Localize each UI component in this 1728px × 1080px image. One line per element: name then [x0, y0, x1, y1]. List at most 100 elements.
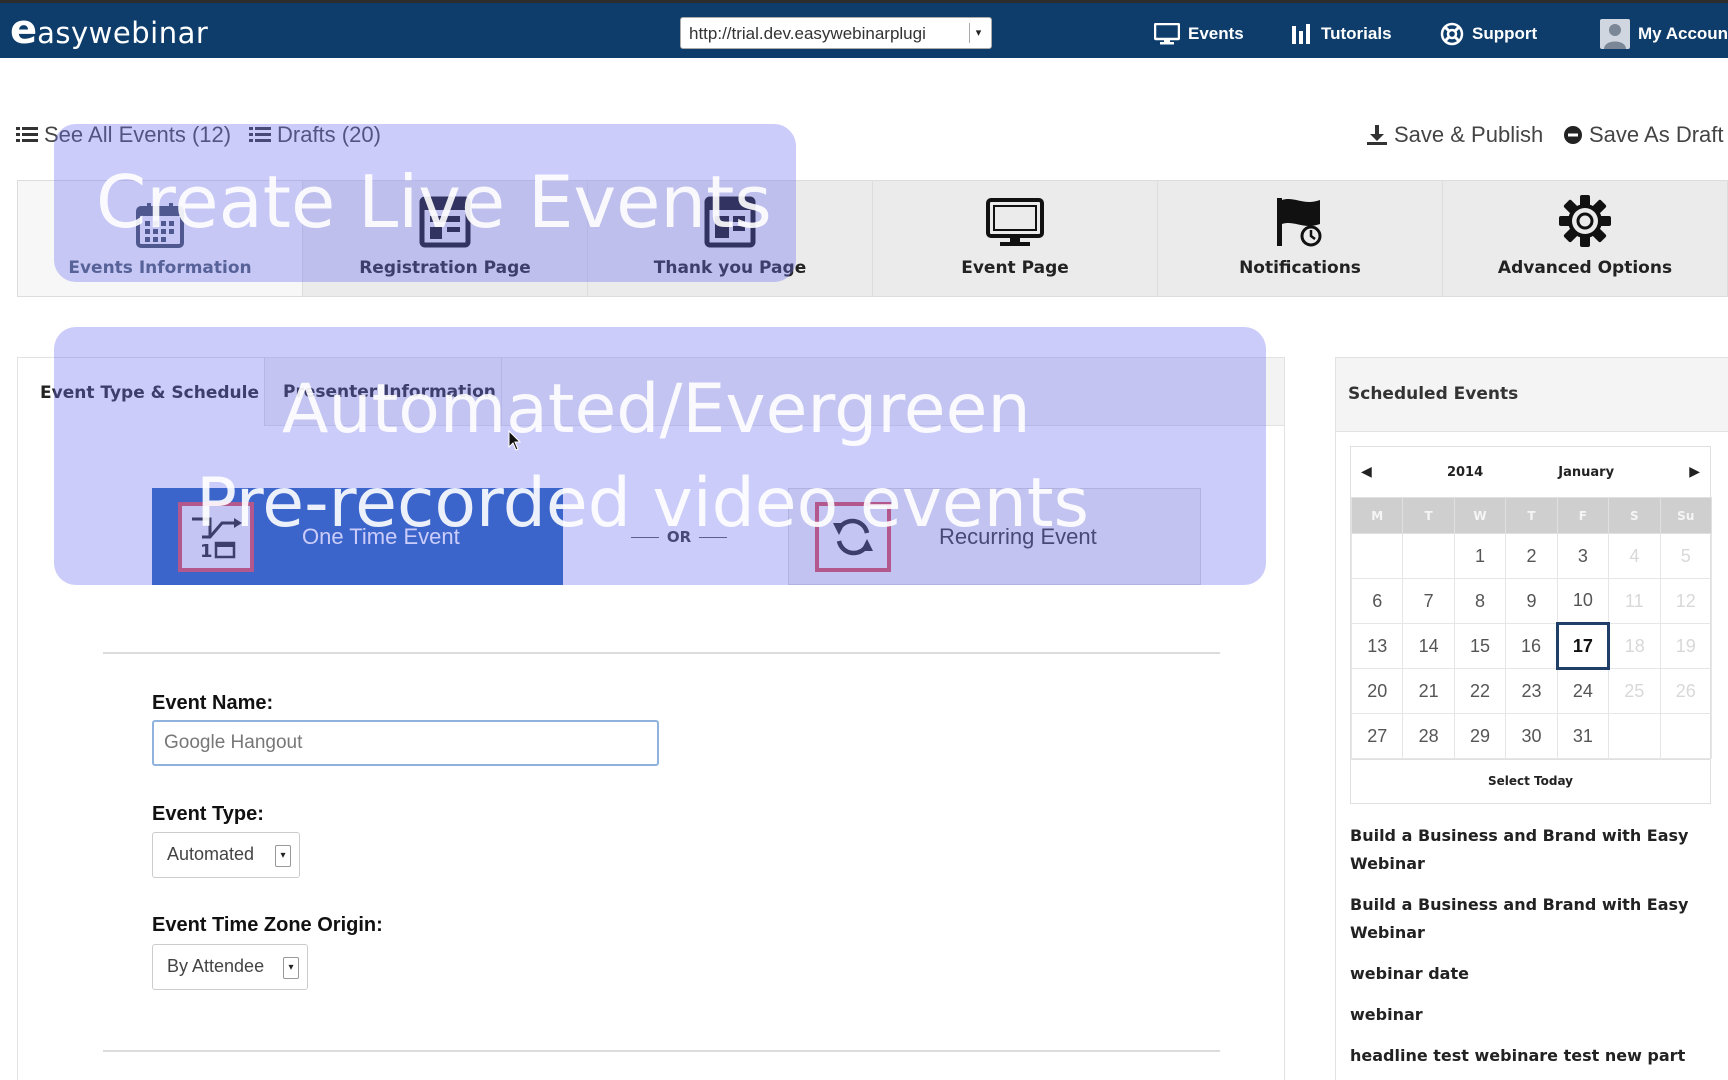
- calendar-day[interactable]: 29: [1453, 713, 1507, 759]
- step-notifications-label: Notifications: [1239, 258, 1361, 278]
- list-item[interactable]: Build a Business and Brand with Easy Web…: [1350, 822, 1710, 878]
- nav-my-account[interactable]: My Accoun: [1600, 19, 1728, 49]
- calendar-year: 2014: [1446, 464, 1484, 480]
- calendar-day[interactable]: 7: [1402, 578, 1455, 624]
- nav-support-label: Support: [1472, 24, 1538, 43]
- calendar-day[interactable]: [1659, 713, 1713, 759]
- calendar-day-today[interactable]: 17: [1555, 622, 1611, 670]
- event-type-label: Event Type:: [152, 803, 264, 825]
- step-advanced-options-label: Advanced Options: [1497, 258, 1673, 278]
- next-month-icon[interactable]: ▶: [1689, 464, 1700, 480]
- caption-line-1: Automated/Evergreen: [282, 370, 1031, 449]
- save-publish-button[interactable]: Save & Publish: [1366, 121, 1543, 149]
- flag-icon: [1277, 198, 1322, 247]
- dropdown-arrow-icon: ▾: [283, 957, 299, 979]
- list-item[interactable]: headline test webinare test new part: [1350, 1042, 1710, 1070]
- gear-icon: [1559, 195, 1611, 247]
- site-url-select[interactable]: http://trial.dev.easywebinarplugi ▾: [680, 17, 992, 49]
- calendar-day[interactable]: 23: [1505, 668, 1558, 714]
- scheduled-events-sidebar: Scheduled Events ◀ 2014 January ▶ M T W …: [1335, 357, 1728, 1080]
- download-icon: [1367, 125, 1387, 145]
- scheduled-events-list: Build a Business and Brand with Easy Web…: [1350, 822, 1710, 1080]
- calendar-month: January: [1558, 464, 1615, 480]
- save-draft-button[interactable]: Save As Draft: [1563, 121, 1724, 149]
- sidebar-title: Scheduled Events: [1336, 358, 1728, 432]
- list-icon: [16, 127, 38, 142]
- calendar-day[interactable]: 10: [1556, 578, 1610, 624]
- weekday-header: T: [1402, 497, 1455, 534]
- calendar-header: ◀ 2014 January ▶: [1351, 447, 1710, 497]
- step-advanced-options[interactable]: Advanced Options: [1443, 181, 1727, 296]
- calendar-day[interactable]: 21: [1402, 668, 1455, 714]
- nav-events-label: Events: [1188, 24, 1244, 43]
- nav-tutorials[interactable]: Tutorials: [1291, 21, 1392, 47]
- calendar-day[interactable]: 14: [1402, 623, 1455, 669]
- monitor-icon: [986, 198, 1044, 246]
- calendar-day[interactable]: 13: [1350, 623, 1404, 669]
- nav-tutorials-label: Tutorials: [1321, 24, 1392, 43]
- calendar-day[interactable]: 26: [1659, 668, 1713, 714]
- calendar-day[interactable]: [1402, 533, 1455, 579]
- calendar-day[interactable]: [1608, 713, 1661, 759]
- calendar-day[interactable]: 12: [1659, 578, 1713, 624]
- list-item[interactable]: Build a Business and Brand with Easy Web…: [1350, 891, 1710, 947]
- calendar-day[interactable]: 3: [1556, 533, 1610, 579]
- list-item[interactable]: webinar: [1350, 1001, 1710, 1029]
- bars-icon: [1292, 24, 1310, 44]
- calendar-day[interactable]: 19: [1659, 623, 1713, 669]
- time-zone-origin-select[interactable]: By Attendee ▾: [152, 944, 308, 990]
- site-url-value: http://trial.dev.easywebinarplugi: [689, 24, 926, 43]
- step-notifications[interactable]: Notifications: [1158, 181, 1443, 296]
- easywebinar-logo[interactable]: e asywebinar: [10, 7, 208, 53]
- calendar-day[interactable]: 9: [1505, 578, 1558, 624]
- calendar-day[interactable]: 5: [1659, 533, 1713, 579]
- weekday-header: F: [1556, 497, 1610, 534]
- weekday-header: W: [1453, 497, 1507, 534]
- calendar-day[interactable]: 31: [1556, 713, 1610, 759]
- weekday-header: M: [1350, 497, 1404, 534]
- calendar-day[interactable]: 2: [1505, 533, 1558, 579]
- calendar-day[interactable]: 16: [1505, 623, 1558, 669]
- calendar-day[interactable]: 1: [1453, 533, 1507, 579]
- dropdown-arrow-icon: ▾: [969, 23, 987, 43]
- caption-line-2: Pre-recorded video events: [196, 464, 1089, 543]
- calendar-day[interactable]: 22: [1453, 668, 1507, 714]
- save-draft-label: Save As Draft: [1589, 122, 1724, 147]
- calendar-day[interactable]: 20: [1350, 668, 1404, 714]
- calendar-day[interactable]: 24: [1556, 668, 1610, 714]
- top-bar: e asywebinar http://trial.dev.easywebina…: [0, 0, 1728, 58]
- weekday-header: T: [1505, 497, 1558, 534]
- event-type-value: Automated: [167, 844, 255, 864]
- calendar-day[interactable]: 28: [1402, 713, 1455, 759]
- calendar-day[interactable]: 15: [1453, 623, 1507, 669]
- calendar: ◀ 2014 January ▶ M T W T F S Su 1 2 3 4 …: [1350, 446, 1713, 804]
- save-publish-label: Save & Publish: [1394, 122, 1544, 147]
- lifebuoy-icon: [1440, 22, 1464, 46]
- minus-circle-icon: [1564, 126, 1582, 144]
- calendar-day[interactable]: 6: [1350, 578, 1404, 624]
- event-name-input[interactable]: Google Hangout: [152, 720, 659, 766]
- calendar-day[interactable]: [1350, 533, 1404, 579]
- calendar-day[interactable]: 4: [1608, 533, 1661, 579]
- calendar-day[interactable]: 27: [1350, 713, 1404, 759]
- step-event-page-label: Event Page: [961, 258, 1069, 278]
- calendar-day[interactable]: 18: [1608, 623, 1661, 669]
- select-today-button[interactable]: Select Today: [1351, 759, 1710, 803]
- calendar-day[interactable]: 25: [1608, 668, 1661, 714]
- nav-support[interactable]: Support: [1440, 21, 1537, 47]
- step-event-page[interactable]: Event Page: [873, 181, 1158, 296]
- section-divider: [103, 652, 1220, 654]
- nav-events[interactable]: Events: [1154, 21, 1244, 47]
- user-icon: [1600, 19, 1630, 49]
- caption-overlay-description: [54, 327, 1266, 585]
- prev-month-icon[interactable]: ◀: [1361, 464, 1372, 480]
- logo-text: asywebinar: [37, 16, 209, 50]
- event-type-select[interactable]: Automated ▾: [152, 832, 300, 878]
- calendar-day[interactable]: 30: [1505, 713, 1558, 759]
- list-item[interactable]: webinar date: [1350, 960, 1710, 988]
- calendar-day[interactable]: 11: [1608, 578, 1661, 624]
- calendar-grid: M T W T F S Su 1 2 3 4 5 6 7 8 9 10 11 1…: [1350, 497, 1713, 759]
- calendar-day[interactable]: 8: [1453, 578, 1507, 624]
- section-divider: [103, 1050, 1220, 1052]
- caption-title: Create Live Events: [96, 160, 772, 244]
